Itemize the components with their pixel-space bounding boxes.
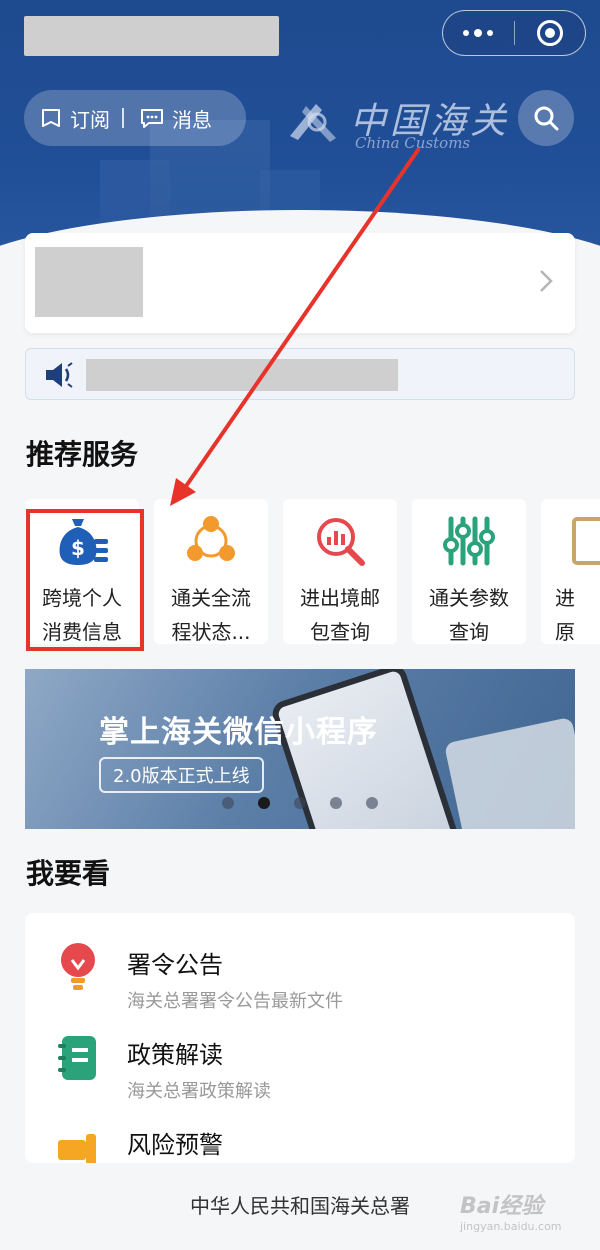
message-button[interactable]: 消息 bbox=[124, 104, 224, 133]
service-tile-postal-parcel-query[interactable]: 进出境邮 包查询 bbox=[283, 499, 397, 644]
more-menu-button[interactable] bbox=[443, 11, 514, 55]
redacted-notice-text bbox=[86, 359, 398, 391]
service-label: 进原 bbox=[555, 586, 575, 644]
watermark: Bai经验 jingyan.baidu.com bbox=[460, 1194, 562, 1233]
chart-search-icon bbox=[312, 515, 368, 567]
redacted-avatar bbox=[35, 247, 143, 317]
chevron-right-icon bbox=[540, 270, 553, 292]
watch-list: 署令公告 海关总署署令公告最新文件 政策解读 海关总署政策解读 风险预警 bbox=[25, 913, 575, 1163]
share-nodes-icon bbox=[183, 515, 239, 567]
banner-title: 掌上海关微信小程序 bbox=[99, 715, 378, 750]
message-label: 消息 bbox=[172, 107, 212, 132]
redacted-title bbox=[24, 16, 279, 56]
carousel-dot-active[interactable] bbox=[258, 797, 270, 809]
service-tile-cross-border-consumption[interactable]: $ 跨境个人 消费信息 bbox=[25, 499, 139, 644]
service-tile-partial[interactable]: 进原 bbox=[541, 499, 600, 644]
miniprogram-capsule bbox=[442, 10, 586, 56]
subscribe-button[interactable]: 订阅 bbox=[24, 104, 122, 133]
chat-icon bbox=[141, 109, 163, 128]
promo-banner[interactable]: 掌上海关微信小程序 2.0版本正式上线 bbox=[25, 669, 575, 829]
list-item-title: 政策解读 bbox=[127, 1041, 223, 1069]
list-item-subtitle: 海关总署署令公告最新文件 bbox=[127, 991, 343, 1012]
dot-icon bbox=[474, 29, 483, 37]
service-label: 通关参数 查询 bbox=[429, 586, 509, 644]
dot-icon bbox=[463, 30, 470, 36]
list-item-subtitle: 海关总署政策解读 bbox=[127, 1081, 271, 1102]
money-bag-icon: $ bbox=[54, 515, 110, 567]
lightbulb-icon bbox=[55, 941, 101, 995]
list-item-announcements[interactable]: 署令公告 海关总署署令公告最新文件 bbox=[25, 923, 575, 1013]
carousel-dot[interactable] bbox=[222, 797, 234, 809]
target-icon bbox=[536, 20, 563, 46]
carousel-dots bbox=[25, 797, 575, 809]
watch-heading: 我要看 bbox=[26, 857, 111, 890]
carousel-dot[interactable] bbox=[294, 797, 306, 809]
close-miniprogram-button[interactable] bbox=[515, 11, 586, 55]
service-label: 进出境邮 包查询 bbox=[300, 586, 380, 644]
service-label: 通关全流 程状态... bbox=[171, 586, 251, 644]
user-profile-card[interactable] bbox=[25, 233, 575, 333]
search-icon bbox=[534, 106, 559, 131]
customs-emblem-icon bbox=[290, 104, 336, 142]
subscribe-message-pill: 订阅 消息 bbox=[24, 90, 246, 146]
service-tile-clearance-status[interactable]: 通关全流 程状态... bbox=[154, 499, 268, 644]
services-carousel[interactable]: $ 跨境个人 消费信息 通关全流 程状态... 进出境邮 包查询 通关参数 查询… bbox=[25, 499, 600, 644]
notice-bar[interactable] bbox=[25, 348, 575, 400]
search-button[interactable] bbox=[518, 90, 574, 146]
list-item-title: 署令公告 bbox=[127, 951, 223, 979]
list-item-title: 风险预警 bbox=[127, 1131, 223, 1159]
list-item-risk-warning[interactable]: 风险预警 bbox=[25, 1103, 575, 1163]
banner-device-image bbox=[443, 716, 575, 829]
speaker-icon bbox=[46, 362, 73, 388]
banner-tag: 2.0版本正式上线 bbox=[99, 757, 264, 793]
subscribe-label: 订阅 bbox=[70, 107, 110, 132]
service-tile-clearance-parameters[interactable]: 通关参数 查询 bbox=[412, 499, 526, 644]
list-item-policy-interpretation[interactable]: 政策解读 海关总署政策解读 bbox=[25, 1013, 575, 1103]
notebook-icon bbox=[55, 1031, 101, 1085]
dot-icon bbox=[487, 30, 494, 36]
alert-horn-icon bbox=[55, 1121, 101, 1163]
document-icon bbox=[570, 515, 600, 567]
sliders-icon bbox=[441, 515, 497, 567]
service-label: 跨境个人 消费信息 bbox=[42, 586, 122, 644]
logo-subtext: China Customs bbox=[355, 134, 471, 152]
carousel-dot[interactable] bbox=[366, 797, 378, 809]
recommended-services-heading: 推荐服务 bbox=[26, 438, 139, 471]
carousel-dot[interactable] bbox=[330, 797, 342, 809]
bookmark-icon bbox=[42, 109, 60, 127]
svg-text:$: $ bbox=[71, 536, 85, 560]
